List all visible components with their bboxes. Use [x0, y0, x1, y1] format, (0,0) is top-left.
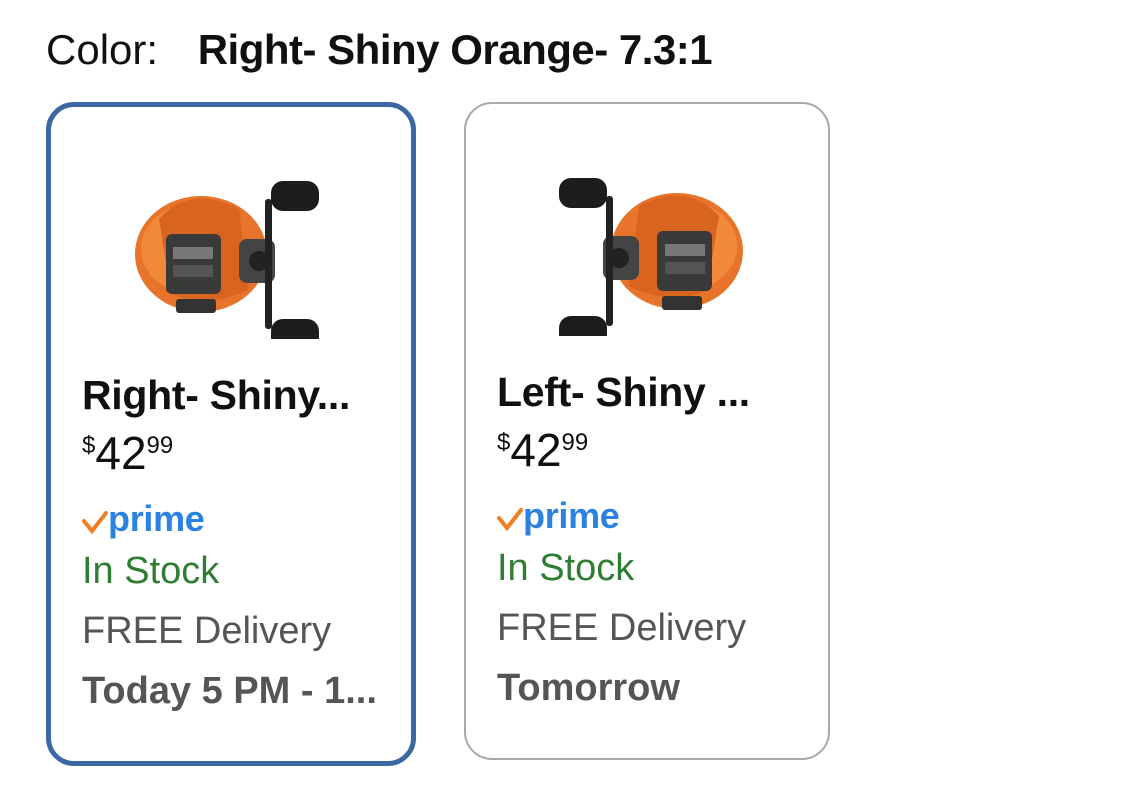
price-fraction: 99: [146, 432, 174, 459]
prime-check-icon: [497, 508, 523, 532]
variant-price: $ 42 99: [82, 427, 391, 483]
variant-title: Right- Shiny...: [82, 372, 351, 418]
reel-right-image: [135, 181, 319, 339]
color-variant-selector: Color: Right- Shiny Orange- 7.3:1 Right-…: [0, 0, 1125, 794]
variant-info: Right- Shiny... $ 42 99 prime In Stock F…: [82, 369, 391, 717]
price-symbol: $: [497, 429, 511, 456]
variant-info: Left- Shiny ... $ 42 99 prime In Stock F…: [497, 366, 808, 714]
variant-option-left[interactable]: Left- Shiny ... $ 42 99 prime In Stock F…: [464, 102, 830, 760]
delivery-label: FREE Delivery: [497, 607, 747, 649]
delivery-date: Today 5 PM - 1...: [82, 670, 377, 712]
prime-label: prime: [108, 498, 205, 539]
stock-status: In Stock: [82, 550, 220, 592]
selected-color-value: Right- Shiny Orange- 7.3:1: [197, 26, 713, 73]
variant-price: $ 42 99: [497, 424, 808, 480]
prime-badge: prime: [497, 494, 808, 538]
variant-title: Left- Shiny ...: [497, 369, 750, 415]
variant-option-right[interactable]: Right- Shiny... $ 42 99 prime In Stock F…: [46, 102, 416, 766]
stock-status: In Stock: [497, 547, 635, 589]
reel-left-image: [559, 178, 743, 336]
delivery-label: FREE Delivery: [82, 610, 332, 652]
delivery-date: Tomorrow: [497, 667, 680, 709]
price-fraction: 99: [561, 429, 589, 456]
prime-label: prime: [523, 495, 620, 536]
prime-check-icon: [82, 511, 108, 535]
price-whole: 42: [95, 427, 147, 479]
price-symbol: $: [82, 432, 96, 459]
price-whole: 42: [510, 424, 562, 476]
color-label: Color:: [46, 26, 159, 73]
variant-options: Right- Shiny... $ 42 99 prime In Stock F…: [46, 102, 830, 766]
color-heading: Color: Right- Shiny Orange- 7.3:1: [46, 22, 713, 78]
prime-badge: prime: [82, 497, 391, 541]
